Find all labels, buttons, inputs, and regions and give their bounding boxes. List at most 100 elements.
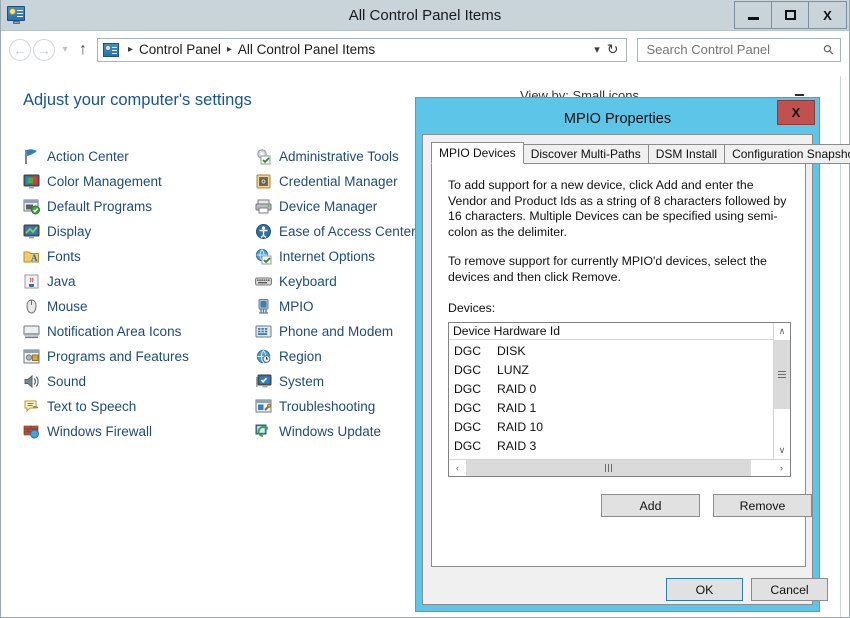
tab-mpio-devices[interactable]: MPIO Devices (431, 142, 524, 164)
scroll-down-icon[interactable]: ∨ (774, 442, 790, 459)
control-panel-item-default-programs[interactable]: Default Programs (23, 194, 255, 219)
control-panel-item-mouse[interactable]: Mouse (23, 294, 255, 319)
firewall-brick-icon (23, 423, 40, 440)
tab-label: Discover Multi-Paths (530, 147, 641, 161)
history-dropdown-icon[interactable]: ▾ (57, 44, 73, 55)
tab-dsm-install[interactable]: DSM Install (647, 144, 726, 164)
control-panel-item-fonts[interactable]: A Fonts (23, 244, 255, 269)
device-product: RAID 1 (497, 400, 537, 415)
keyboard-icon (255, 273, 272, 290)
devices-horizontal-scrollbar[interactable]: ‹ › (449, 459, 790, 476)
horizontal-scroll-thumb[interactable] (466, 460, 751, 476)
ok-button[interactable]: OK (666, 578, 743, 601)
control-panel-item-java[interactable]: Java (23, 269, 255, 294)
horizontal-scroll-track[interactable] (466, 460, 773, 476)
mouse-icon (23, 298, 40, 315)
device-row[interactable]: DGC RAID 1 (449, 398, 773, 417)
device-row[interactable]: DGC LUNZ (449, 360, 773, 379)
remove-button[interactable]: Remove (713, 494, 812, 517)
control-panel-item-label: Fonts (47, 249, 81, 264)
control-panel-item-label: Keyboard (279, 274, 337, 289)
control-panel-item-label: Color Management (47, 174, 162, 189)
search-input[interactable] (644, 41, 825, 58)
control-panel-item-color-management[interactable]: Color Management (23, 169, 255, 194)
monitor-color-icon (23, 173, 40, 190)
svg-text:A: A (31, 253, 38, 263)
vault-icon (255, 173, 272, 190)
device-row[interactable]: DGC RAID 0 (449, 379, 773, 398)
monitor-icon (23, 223, 40, 240)
devices-vertical-scrollbar[interactable]: ∧ ∨ (773, 323, 790, 459)
device-product: RAID 3 (497, 438, 537, 453)
refresh-icon[interactable]: ↻ (607, 41, 623, 58)
device-product: RAID 0 (497, 381, 537, 396)
device-product: DISK (497, 343, 526, 358)
minimize-button[interactable] (735, 2, 772, 28)
control-panel-item-label: Administrative Tools (279, 149, 399, 164)
control-panel-item-label: Windows Update (279, 424, 382, 439)
control-panel-item-label: Text to Speech (47, 399, 137, 414)
device-product: RAID 10 (497, 419, 544, 434)
mpio-properties-dialog: MPIO Properties X MPIO Devices Discover M… (416, 98, 850, 611)
window-titlebar: All Control Panel Items X (1, 0, 849, 31)
update-refresh-icon (255, 423, 272, 440)
add-button[interactable]: Add (601, 494, 700, 517)
control-panel-item-action-center[interactable]: Action Center (23, 144, 255, 169)
address-dropdown-icon[interactable]: ▾ (587, 43, 607, 56)
devices-listbox[interactable]: Device Hardware Id DGC DISK DGC LUNZ DGC RAID… (448, 322, 791, 477)
dialog-close-button[interactable]: X (777, 100, 815, 125)
control-panel-icon (7, 4, 29, 26)
control-panel-item-label: Sound (47, 374, 87, 389)
tab-panel-mpio-devices: To add support for a new device, click A… (431, 163, 812, 567)
up-button[interactable]: ↑ (73, 41, 93, 59)
scroll-left-icon[interactable]: ‹ (449, 460, 466, 476)
control-panel-item-label: Ease of Access Center (279, 224, 416, 239)
vertical-scroll-thumb[interactable] (774, 340, 790, 409)
search-box[interactable]: ⚲ (637, 37, 841, 62)
tab-configuration-snapshot[interactable]: Configuration Snapshot (724, 144, 850, 164)
control-panel-item-text-to-speech[interactable]: Text to Speech (23, 394, 255, 419)
maximize-button[interactable] (772, 2, 809, 28)
control-panel-item-sound[interactable]: Sound (23, 369, 255, 394)
device-vendor: DGC (454, 438, 482, 453)
device-vendor: DGC (454, 400, 482, 415)
address-bar[interactable]: ▸ Control Panel ▸ All Control Panel Item… (97, 37, 628, 62)
close-button[interactable]: X (809, 2, 846, 28)
globe-clock-icon (255, 348, 272, 365)
control-panel-item-notification-area-icons[interactable]: Notification Area Icons (23, 319, 255, 344)
gears-check-icon (255, 148, 272, 165)
control-panel-item-label: Programs and Features (47, 349, 189, 364)
control-panel-item-label: Credential Manager (279, 174, 398, 189)
devices-list-header: Device Hardware Id (449, 323, 790, 340)
device-row[interactable]: DGC DISK (449, 341, 773, 360)
speech-bubble-icon (23, 398, 40, 415)
control-panel-item-label: MPIO (279, 299, 314, 314)
control-panel-item-programs-and-features[interactable]: Programs and Features (23, 344, 255, 369)
mpio-device-icon (255, 298, 272, 315)
speaker-icon (23, 373, 40, 390)
dialog-body: MPIO Devices Discover Multi-Paths DSM Inst… (422, 134, 850, 605)
dialog-title: MPIO Properties (563, 111, 672, 127)
scroll-right-icon[interactable]: › (773, 460, 790, 476)
breadcrumb-separator-icon: ▸ (128, 44, 134, 55)
control-panel-item-label: Region (279, 349, 322, 364)
tab-label: Configuration Snapshot (732, 147, 850, 161)
scroll-up-icon[interactable]: ∧ (774, 323, 790, 340)
breadcrumb-item-all-items[interactable]: All Control Panel Items (238, 42, 375, 57)
control-panel-item-windows-firewall[interactable]: Windows Firewall (23, 419, 255, 444)
control-panel-item-display[interactable]: Display (23, 219, 255, 244)
breadcrumb-separator-icon-2: ▸ (226, 44, 232, 55)
forward-button[interactable]: → (33, 38, 55, 61)
control-panel-item-label: Default Programs (47, 199, 153, 214)
navigation-bar: ← → ▾ ↑ ▸ Control Panel ▸ All Control Pa… (1, 31, 849, 69)
tab-discover-multi-paths[interactable]: Discover Multi-Paths (522, 144, 649, 164)
printer-icon (255, 198, 272, 215)
control-panel-item-label: Troubleshooting (279, 399, 376, 414)
device-row[interactable]: DGC RAID 3 (449, 436, 773, 455)
cancel-button[interactable]: Cancel (751, 578, 828, 601)
wrench-window-icon (255, 398, 272, 415)
breadcrumb-item-control-panel[interactable]: Control Panel (139, 42, 221, 57)
device-row[interactable]: DGC RAID 10 (449, 417, 773, 436)
back-button[interactable]: ← (9, 38, 31, 61)
globe-check-icon (255, 248, 272, 265)
